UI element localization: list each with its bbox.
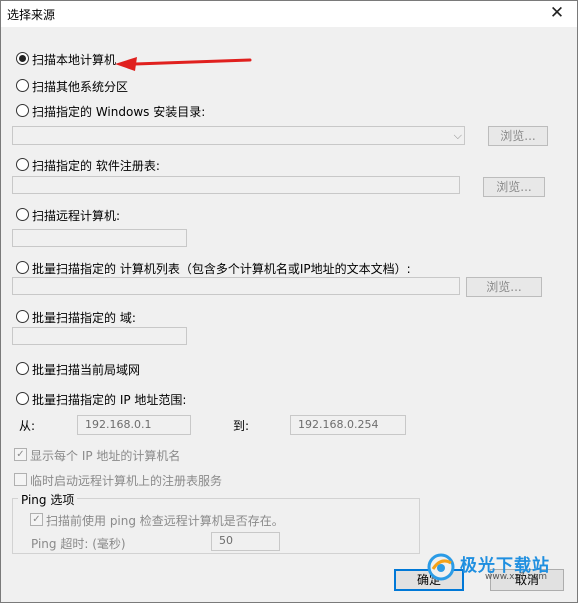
aurora-logo-icon (427, 553, 455, 581)
radio-scan-registry[interactable] (16, 158, 29, 171)
select-source-dialog: 选择来源 ✕ 扫描本地计算机 扫描其他系统分区 扫描指定的 Windows 安装… (0, 0, 578, 603)
label-scan-other-partition: 扫描其他系统分区 (32, 80, 129, 94)
red-arrow-annotation (115, 57, 252, 71)
window-title: 选择来源 (7, 8, 56, 22)
label-batch-ip-range: 批量扫描指定的 IP 地址范围: (32, 393, 187, 407)
ip-to-field[interactable]: 192.168.0.254 (290, 415, 406, 435)
label-scan-windows-dir: 扫描指定的 Windows 安装目录: (32, 105, 206, 119)
start-remote-registry-label: 临时启动远程计算机上的注册表服务 (30, 474, 223, 488)
show-names-checkbox[interactable]: ✓ (14, 448, 27, 461)
ip-from-label: 从: (19, 419, 36, 433)
start-remote-registry-checkbox[interactable] (14, 473, 27, 486)
radio-scan-remote[interactable] (16, 208, 29, 221)
browse-list-button[interactable]: 浏览... (466, 277, 542, 297)
radio-batch-lan[interactable] (16, 362, 29, 375)
radio-batch-domain[interactable] (16, 310, 29, 323)
label-batch-lan: 批量扫描当前局域网 (32, 363, 141, 377)
close-icon[interactable]: ✕ (537, 1, 577, 27)
radio-scan-windows-dir[interactable] (16, 104, 29, 117)
ip-to-label: 到: (233, 419, 250, 433)
ping-check-checkbox[interactable]: ✓ (30, 513, 43, 526)
registry-path-field[interactable] (12, 176, 460, 194)
label-scan-local: 扫描本地计算机 (32, 53, 117, 67)
domain-field[interactable] (12, 327, 187, 345)
windows-dir-combobox[interactable]: ⌵ (12, 126, 465, 145)
label-batch-list: 批量扫描指定的 计算机列表（包含多个计算机名或IP地址的文本文档）: (32, 262, 411, 276)
browse-registry-button[interactable]: 浏览... (483, 177, 545, 197)
label-scan-remote: 扫描远程计算机: (32, 209, 121, 223)
computer-list-field[interactable] (12, 277, 460, 295)
ping-group-title: Ping 选项 (18, 491, 78, 508)
ping-check-label: 扫描前使用 ping 检查远程计算机是否存在。 (46, 514, 284, 528)
radio-scan-local[interactable] (16, 52, 29, 65)
watermark-url: www.xz7.com (485, 572, 547, 582)
ping-timeout-label: Ping 超时: (毫秒) (31, 537, 126, 551)
radio-batch-ip-range[interactable] (16, 392, 29, 405)
title-bar: 选择来源 ✕ (1, 1, 577, 27)
label-batch-domain: 批量扫描指定的 域: (32, 311, 136, 325)
browse-windows-dir-button[interactable]: 浏览... (488, 126, 548, 146)
chevron-down-icon: ⌵ (453, 129, 462, 142)
radio-scan-other-partition[interactable] (16, 79, 29, 92)
label-scan-registry: 扫描指定的 软件注册表: (32, 159, 160, 173)
show-names-label: 显示每个 IP 地址的计算机名 (30, 449, 181, 463)
remote-computer-field[interactable] (12, 229, 187, 247)
watermark-logo: 极光下载站 www.xz7.com (427, 551, 575, 583)
radio-batch-list[interactable] (16, 261, 29, 274)
ip-from-field[interactable]: 192.168.0.1 (77, 415, 191, 435)
ping-timeout-field[interactable]: 50 (211, 532, 280, 551)
